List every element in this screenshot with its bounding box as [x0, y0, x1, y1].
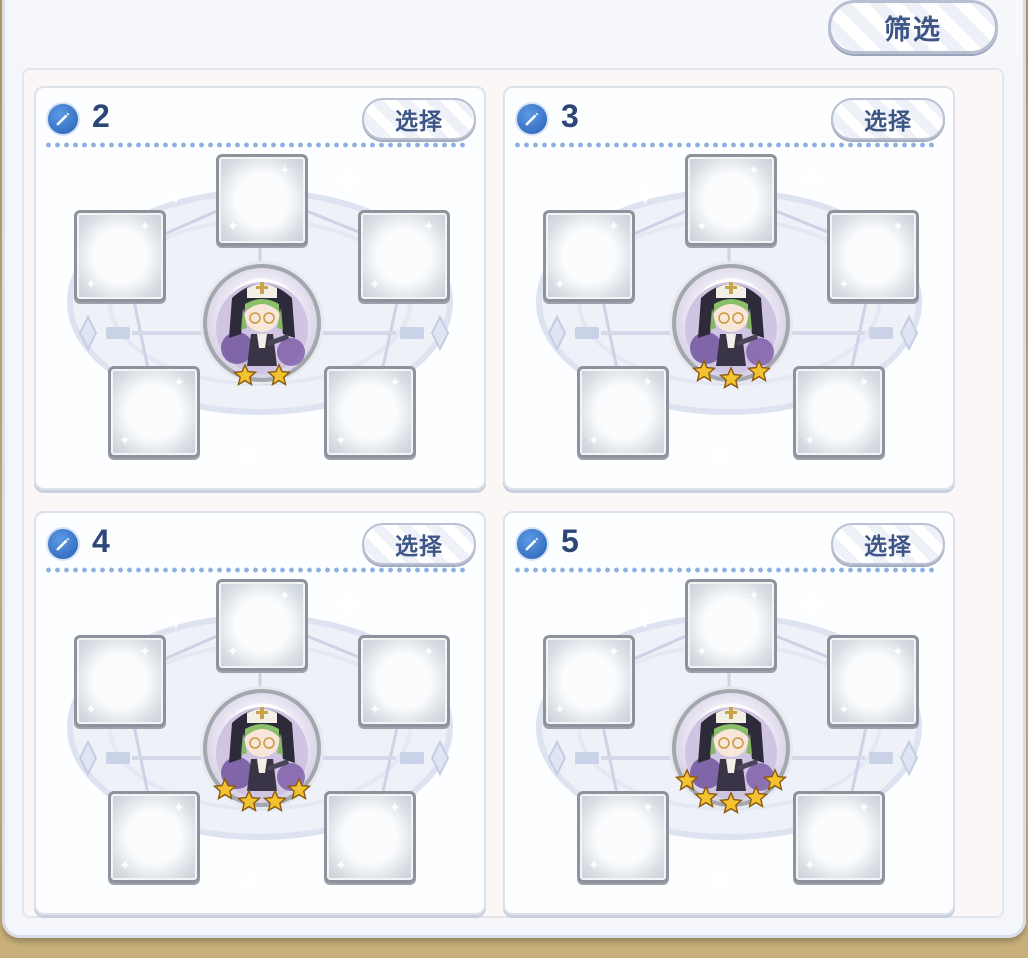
filter-button[interactable]: 筛选 [828, 0, 998, 54]
formation-area: ✦ ✦ ✦ ✦ ✦ ✦ ✦ ✦ ✦ ✦ [36, 152, 484, 482]
select-button[interactable]: 选择 [831, 523, 945, 565]
member-slot[interactable]: ✦ ✦ [108, 366, 200, 458]
pencil-icon[interactable] [46, 102, 80, 136]
team-card: 4 选择 ✦ ✦ ✦ ✦ ✦ ✦ ✦ ✦ ✦ ✦ [34, 511, 486, 915]
pencil-icon[interactable] [515, 527, 549, 561]
formation-area: ✦ ✦ ✦ ✦ ✦ ✦ ✦ ✦ ✦ ✦ [36, 577, 484, 907]
star-icon [266, 363, 291, 387]
team-number: 4 [92, 523, 110, 559]
star-icon [286, 776, 311, 800]
member-slot[interactable]: ✦ ✦ [74, 210, 166, 302]
member-slot[interactable]: ✦ ✦ [358, 635, 450, 727]
team-number: 3 [561, 98, 579, 134]
member-slot[interactable]: ✦ ✦ [827, 635, 919, 727]
team-header: 2 选择 [44, 98, 476, 140]
star-icon [746, 358, 771, 382]
member-slot[interactable]: ✦ ✦ [324, 791, 416, 883]
star-icon [719, 791, 743, 814]
team-list: 2 选择 ✦ ✦ ✦ ✦ ✦ ✦ ✦ ✦ ✦ ✦ 3 选择 ✦ ✦ ✦ ✦ ✦ … [22, 68, 1004, 918]
member-slot[interactable]: ✦ ✦ [577, 791, 669, 883]
leader-slot[interactable] [672, 264, 790, 382]
divider [513, 567, 935, 573]
pencil-icon[interactable] [515, 102, 549, 136]
member-slot[interactable]: ✦ ✦ [685, 579, 777, 671]
team-card: 5 选择 ✦ ✦ ✦ ✦ ✦ ✦ ✦ ✦ ✦ ✦ [503, 511, 955, 915]
formation-area: ✦ ✦ ✦ ✦ ✦ ✦ ✦ ✦ ✦ ✦ [505, 152, 953, 482]
star-icon [719, 366, 743, 389]
member-slot[interactable]: ✦ ✦ [685, 154, 777, 246]
star-icon [213, 776, 238, 800]
member-slot[interactable]: ✦ ✦ [324, 366, 416, 458]
select-button[interactable]: 选择 [831, 98, 945, 140]
member-slot[interactable]: ✦ ✦ [543, 635, 635, 727]
star-icon [263, 789, 288, 813]
team-header: 4 选择 [44, 523, 476, 565]
star-icon [233, 363, 257, 387]
team-header: 3 选择 [513, 98, 945, 140]
member-slot[interactable]: ✦ ✦ [74, 635, 166, 727]
member-slot[interactable]: ✦ ✦ [216, 154, 308, 246]
character-portrait [216, 282, 308, 374]
member-slot[interactable]: ✦ ✦ [216, 579, 308, 671]
team-number: 2 [92, 98, 110, 134]
member-slot[interactable]: ✦ ✦ [577, 366, 669, 458]
divider [513, 142, 935, 148]
team-card: 3 选择 ✦ ✦ ✦ ✦ ✦ ✦ ✦ ✦ ✦ ✦ [503, 86, 955, 490]
formation-area: ✦ ✦ ✦ ✦ ✦ ✦ ✦ ✦ ✦ ✦ [505, 577, 953, 907]
member-slot[interactable]: ✦ ✦ [793, 791, 885, 883]
select-button[interactable]: 选择 [362, 523, 476, 565]
member-slot[interactable]: ✦ ✦ [793, 366, 885, 458]
star-icon [763, 768, 788, 792]
star-icon [691, 358, 716, 382]
divider [44, 142, 466, 148]
team-card: 2 选择 ✦ ✦ ✦ ✦ ✦ ✦ ✦ ✦ ✦ ✦ [34, 86, 486, 490]
star-icon [694, 785, 719, 808]
team-number: 5 [561, 523, 579, 559]
team-header: 5 选择 [513, 523, 945, 565]
select-button[interactable]: 选择 [362, 98, 476, 140]
star-icon [236, 789, 261, 813]
member-slot[interactable]: ✦ ✦ [108, 791, 200, 883]
member-slot[interactable]: ✦ ✦ [543, 210, 635, 302]
divider [44, 567, 466, 573]
member-slot[interactable]: ✦ ✦ [827, 210, 919, 302]
leader-slot[interactable] [203, 264, 321, 382]
member-slot[interactable]: ✦ ✦ [358, 210, 450, 302]
pencil-icon[interactable] [46, 527, 80, 561]
